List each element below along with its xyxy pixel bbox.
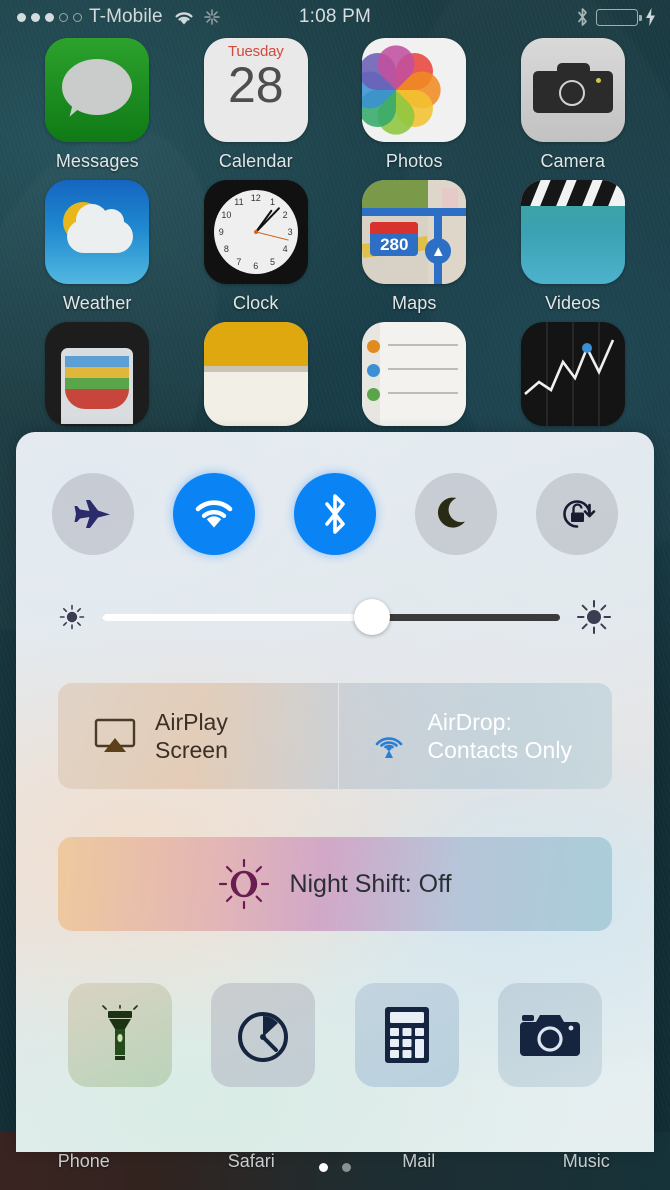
- airplay-screen-button[interactable]: AirPlay Screen: [58, 683, 338, 789]
- app-weather[interactable]: Weather: [27, 180, 167, 314]
- airplane-icon: [72, 493, 114, 535]
- app-row-3: [0, 322, 670, 435]
- app-label: Videos: [545, 293, 601, 313]
- home-screen-grid: Messages Tuesday 28 Calendar Photos Came…: [0, 38, 670, 443]
- weather-icon: [45, 180, 150, 284]
- clock-icon: 12 1 2 3 4 5 6 7 8 9 10 11: [203, 180, 308, 284]
- brightness-slider[interactable]: [102, 599, 560, 635]
- camera-lens: [558, 80, 585, 106]
- brightness-slider-fill: [102, 613, 373, 621]
- wallet-icon: [45, 322, 150, 426]
- airplay-airdrop-row: AirPlay Screen AirDrop: Contacts Only: [58, 683, 612, 789]
- airdrop-label: AirDrop: Contacts Only: [428, 708, 572, 764]
- rotation-lock-toggle[interactable]: [536, 473, 618, 555]
- page-dot-inactive[interactable]: [342, 1163, 351, 1172]
- airdrop-label-line2: Contacts Only: [427, 737, 572, 763]
- calculator-button[interactable]: [354, 983, 459, 1087]
- speech-bubble-tail: [69, 104, 82, 119]
- app-photos[interactable]: Photos: [344, 38, 484, 172]
- app-label: Weather: [63, 293, 132, 313]
- wifi-icon: [191, 496, 237, 532]
- night-shift-icon: [218, 858, 270, 910]
- battery-indicator: [596, 8, 642, 26]
- photos-icon: [362, 38, 467, 142]
- highway-shield-number: 280: [370, 234, 419, 256]
- clock-minute-hand: [255, 206, 281, 233]
- clock-center-pin: [253, 230, 258, 234]
- app-label: Photos: [385, 151, 443, 171]
- app-messages[interactable]: Messages: [27, 38, 167, 172]
- night-shift-label: Night Shift: Off: [289, 869, 452, 898]
- airdrop-button[interactable]: AirDrop: Contacts Only: [337, 683, 613, 789]
- clock-face: 12 1 2 3 4 5 6 7 8 9 10 11: [213, 190, 298, 274]
- cloud-shape: [67, 204, 134, 253]
- calendar-icon: Tuesday 28: [203, 38, 308, 142]
- airplane-mode-toggle[interactable]: [52, 473, 134, 555]
- airplay-label-line1: AirPlay: [155, 709, 228, 735]
- moon-icon: [437, 495, 475, 533]
- bluetooth-icon: [321, 492, 349, 536]
- timer-button[interactable]: [211, 983, 316, 1087]
- calendar-date: 28: [227, 57, 284, 113]
- dock-item-music[interactable]: Music: [503, 1151, 670, 1172]
- airplay-label-line2: Screen: [155, 737, 228, 763]
- airdrop-icon: [367, 714, 411, 758]
- status-bar-clock: 1:08 PM: [298, 6, 372, 27]
- app-stocks[interactable]: [503, 322, 643, 435]
- app-notes[interactable]: [186, 322, 326, 435]
- app-calendar[interactable]: Tuesday 28 Calendar: [186, 38, 326, 172]
- app-maps[interactable]: 280 ▲ Maps: [344, 180, 484, 314]
- night-shift-button[interactable]: Night Shift: Off: [58, 837, 612, 931]
- page-indicator-dots: [319, 1163, 351, 1172]
- messages-icon: [45, 38, 150, 142]
- maps-icon: 280 ▲: [362, 180, 467, 284]
- clapperboard-top: [520, 180, 625, 206]
- bluetooth-toggle[interactable]: [294, 473, 376, 555]
- brightness-low-icon: [58, 603, 86, 631]
- app-camera[interactable]: Camera: [503, 38, 643, 172]
- camera-icon: [520, 38, 625, 142]
- camera-button[interactable]: [497, 983, 602, 1087]
- control-center-toggle-row: [16, 432, 654, 555]
- app-label: Messages: [55, 151, 139, 171]
- reminders-icon: [362, 322, 467, 426]
- flashlight-icon: [94, 1005, 146, 1065]
- airplay-label: AirPlay Screen: [155, 708, 228, 764]
- app-label: Camera: [540, 151, 606, 171]
- app-row-2: Weather 12 1 2 3 4 5 6 7 8 9 10 11 Clock…: [0, 180, 670, 314]
- brightness-high-icon: [576, 599, 612, 635]
- app-reminders[interactable]: [344, 322, 484, 435]
- control-center-shortcut-row: [16, 931, 654, 1087]
- airdrop-label-line1: AirDrop:: [427, 709, 512, 735]
- app-clock[interactable]: 12 1 2 3 4 5 6 7 8 9 10 11 Clock: [186, 180, 326, 314]
- camera-flash: [595, 78, 601, 83]
- control-center-panel: AirPlay Screen AirDrop: Contacts Only Ni…: [16, 432, 654, 1152]
- calculator-icon: [384, 1006, 430, 1064]
- rotation-lock-icon: [555, 492, 599, 536]
- airplay-screen-icon: [92, 716, 138, 756]
- stocks-icon: [520, 322, 625, 426]
- app-wallet[interactable]: [27, 322, 167, 435]
- dock-item-safari[interactable]: Safari: [168, 1151, 336, 1172]
- do-not-disturb-toggle[interactable]: [415, 473, 497, 555]
- flashlight-button[interactable]: [68, 983, 172, 1087]
- wifi-toggle[interactable]: [173, 473, 255, 555]
- app-label: Calendar: [218, 151, 293, 171]
- app-label: Maps: [392, 293, 437, 313]
- dock-item-phone[interactable]: Phone: [0, 1151, 168, 1172]
- camera-icon: [519, 1010, 580, 1060]
- clock-second-hand: [255, 231, 289, 241]
- app-videos[interactable]: Videos: [503, 180, 643, 314]
- notes-icon: [203, 322, 308, 426]
- brightness-slider-row: [16, 555, 654, 635]
- status-bar: T-Mobile 1:08 PM: [0, 0, 670, 34]
- app-label: Clock: [232, 293, 279, 313]
- brightness-slider-thumb[interactable]: [354, 599, 391, 635]
- page-dot-active[interactable]: [319, 1163, 328, 1172]
- app-row-1: Messages Tuesday 28 Calendar Photos Came…: [0, 38, 670, 172]
- timer-icon: [234, 1006, 292, 1064]
- dock-item-mail[interactable]: Mail: [335, 1151, 503, 1172]
- videos-icon: [520, 180, 625, 284]
